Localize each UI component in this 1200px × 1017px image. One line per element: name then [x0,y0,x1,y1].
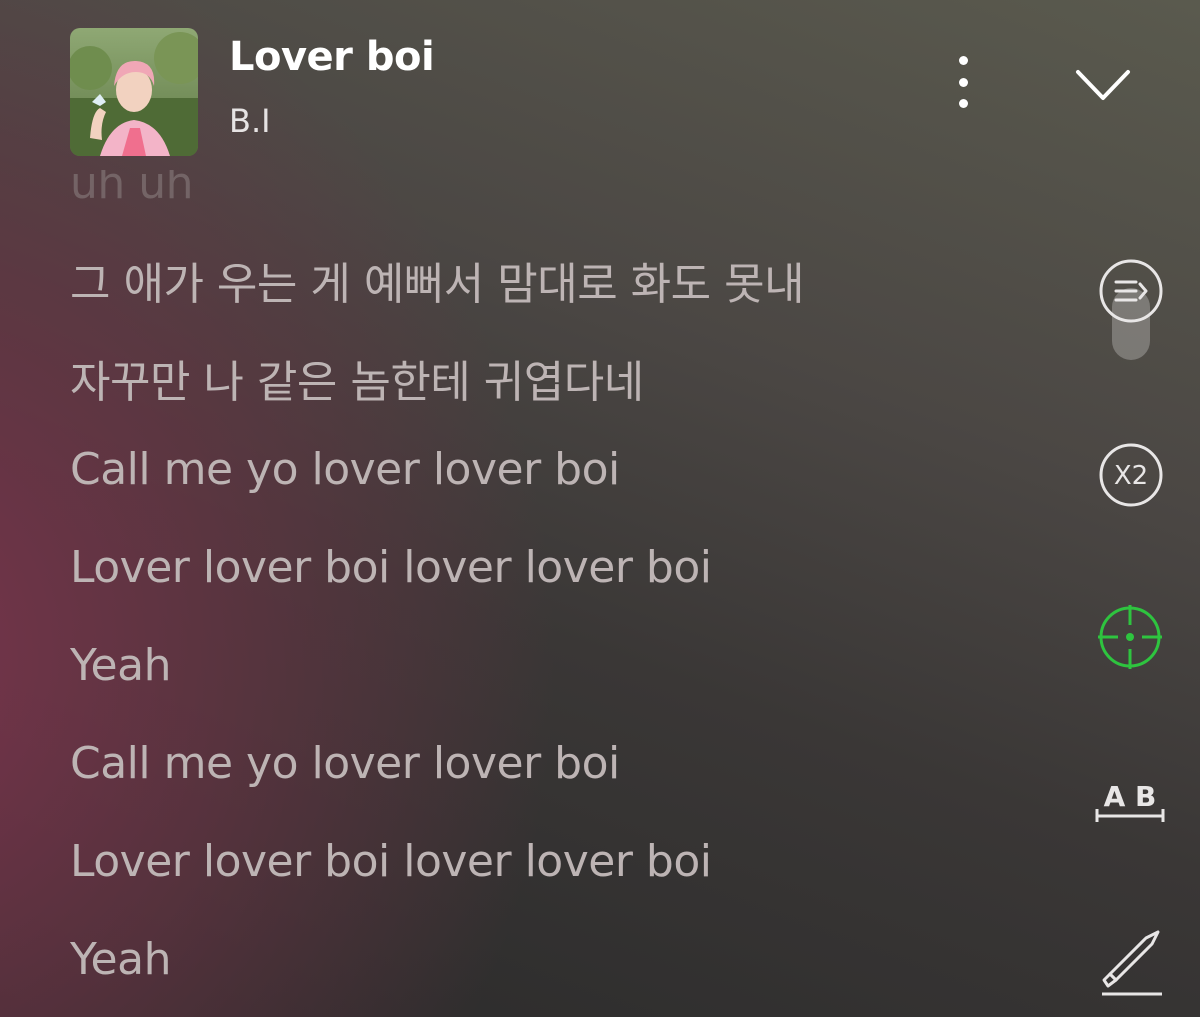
collapse-button[interactable] [1070,62,1136,108]
highlighter-icon [1102,930,1162,996]
artist-name[interactable]: B.I [229,102,271,140]
lyric-line[interactable]: 그 애가 우는 게 예뻐서 맘대로 화도 못내 [70,248,805,312]
album-art[interactable] [70,28,198,156]
lyric-line[interactable]: Lover lover boi lover lover boi [70,542,712,593]
highlight-button[interactable] [1098,928,1166,1000]
lyric-line[interactable]: Call me yo lover lover boi [70,738,620,789]
chevron-down-icon [1076,70,1130,100]
lyric-line[interactable]: uh uh [70,170,194,209]
speed-label: X2 [1114,461,1148,491]
lyric-line[interactable]: Yeah [70,640,171,691]
more-options-button[interactable] [943,52,983,112]
lyrics-view[interactable]: uh uh 그 애가 우는 게 예뻐서 맘대로 화도 못내 자꾸만 나 같은 놈… [70,170,1070,1017]
speed-button[interactable]: X2 [1098,442,1164,508]
font-size-label: A B [1104,780,1157,813]
player-header: Lover boi B.I [0,0,1200,170]
font-size-button[interactable]: A B [1094,776,1166,824]
more-vertical-icon [958,56,968,65]
auto-scroll-icon [1099,259,1163,323]
more-vertical-icon-dot [958,99,968,108]
more-vertical-icon-dot [958,77,968,87]
font-size-ab-icon: A B [1095,780,1165,822]
auto-scroll-button[interactable] [1098,258,1164,324]
lyric-line[interactable]: 자꾸만 나 같은 놈한테 귀엽다네 [70,346,644,410]
lyric-line[interactable]: Call me yo lover lover boi [70,444,620,495]
crosshair-sync-icon [1098,605,1162,669]
song-title: Lover boi [229,34,435,80]
lyric-line[interactable]: Yeah [70,934,171,985]
speed-x2-icon: X2 [1099,443,1163,507]
lyric-line[interactable]: Lover lover boi lover lover boi [70,836,712,887]
sync-button[interactable] [1096,603,1164,671]
